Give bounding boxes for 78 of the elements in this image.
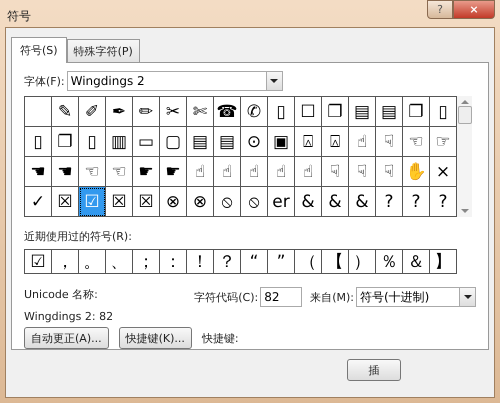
unicode-name-value: Wingdings 2: 82 (24, 310, 114, 323)
recent-symbols-label: 近期使用过的符号(R): (24, 229, 133, 244)
symbol-cell[interactable]: ☝ (214, 157, 241, 187)
dropdown-arrow-icon[interactable] (464, 295, 472, 299)
symbol-cell[interactable]: ☟ (322, 157, 349, 187)
dropdown-arrow-icon[interactable] (270, 79, 278, 83)
symbol-cell[interactable]: ☟ (349, 157, 376, 187)
symbol-cell[interactable]: ☒ (106, 187, 133, 217)
symbol-cell[interactable]: ▥ (106, 127, 133, 157)
symbol-cell[interactable]: ☝ (295, 157, 322, 187)
symbol-cell[interactable]: ✓ (25, 187, 52, 217)
symbol-cell[interactable]: ☝ (241, 157, 268, 187)
symbol-cell[interactable]: ? (403, 187, 430, 217)
symbol-cell[interactable]: ▯ (268, 97, 295, 127)
symbol-cell[interactable]: ▤ (376, 97, 403, 127)
symbol-cell[interactable]: ❐ (322, 97, 349, 127)
symbol-cell[interactable]: ☜ (403, 127, 430, 157)
shortcut-label: 快捷键: (202, 330, 239, 346)
symbol-cell[interactable]: ☟ (376, 127, 403, 157)
symbol-cell[interactable]: ☚ (52, 157, 79, 187)
symbol-cell[interactable]: ☝ (349, 127, 376, 157)
symbol-cell[interactable]: ⊗ (187, 187, 214, 217)
symbol-cell[interactable]: ⊗ (160, 187, 187, 217)
symbol-cell[interactable]: ☝ (268, 157, 295, 187)
window-title: 符号 (6, 8, 31, 25)
symbol-cell[interactable]: ☜ (106, 157, 133, 187)
symbol-cell[interactable]: ⍓ (322, 127, 349, 157)
symbol-cell[interactable]: ❐ (403, 97, 430, 127)
symbol-cell[interactable]: ▤ (349, 97, 376, 127)
symbol-cell[interactable]: ▢ (160, 127, 187, 157)
symbol-cell[interactable]: ✄ (187, 97, 214, 127)
symbol-cell[interactable]: & (295, 187, 322, 217)
action-button[interactable]: 自动更正(A)... (24, 327, 109, 349)
font-label: 字体(F): (24, 74, 65, 88)
scrollbar[interactable] (457, 96, 472, 217)
symbol-cell[interactable]: ▤ (187, 127, 214, 157)
unicode-name-label: Unicode 名称: (24, 287, 99, 302)
symbol-cell[interactable]: ☟ (376, 157, 403, 187)
symbol-cell[interactable]: ▭ (133, 127, 160, 157)
symbol-cell[interactable]: ✒ (106, 97, 133, 127)
scroll-down-arrow-icon[interactable] (460, 209, 468, 213)
scrollbar-thumb[interactable] (458, 106, 472, 124)
empty-symbol-cell[interactable] (25, 97, 52, 127)
symbol-cell[interactable]: ✎ (52, 97, 79, 127)
symbol-cell[interactable]: ❐ (52, 127, 79, 157)
symbol-cell[interactable]: ▤ (214, 127, 241, 157)
from-label: 来自(M): (310, 290, 354, 304)
symbol-cell[interactable]: ☛ (160, 157, 187, 187)
symbol-cell[interactable]: ⦸ (214, 187, 241, 217)
from-dropdown[interactable]: 符号(十进制) (356, 287, 476, 307)
symbol-cell[interactable]: ✏ (133, 97, 160, 127)
symbol-cell[interactable]: ✂ (160, 97, 187, 127)
symbol-cell[interactable]: ▣ (268, 127, 295, 157)
symbol-cell[interactable]: ☎ (214, 97, 241, 127)
symbol-cell[interactable]: ✐ (79, 97, 106, 127)
symbol-cell[interactable]: ☐ (295, 97, 322, 127)
symbol-cell[interactable]: & (349, 187, 376, 217)
symbol-cell[interactable]: ⊙ (241, 127, 268, 157)
symbol-cell[interactable]: ✆ (241, 97, 268, 127)
symbol-cell[interactable]: & (322, 187, 349, 217)
symbol-cell[interactable]: er (268, 187, 295, 217)
symbol-cell[interactable]: ▯ (25, 127, 52, 157)
symbol-cell[interactable]: ▯ (79, 127, 106, 157)
symbol-cell[interactable]: ⦸ (241, 187, 268, 217)
symbol-cell[interactable]: ☚ (25, 157, 52, 187)
help-button[interactable]: ? (427, 0, 453, 19)
symbol-cell[interactable]: ? (376, 187, 403, 217)
action-button[interactable]: 快捷键(K)... (118, 327, 192, 349)
font-dropdown[interactable]: Wingdings 2 (66, 71, 283, 91)
char-code-field[interactable]: 82 (260, 287, 302, 307)
symbol-cell[interactable]: ☛ (133, 157, 160, 187)
char-code-label: 字符代码(C): (194, 290, 258, 304)
symbol-cell[interactable]: ⍓ (295, 127, 322, 157)
symbol-cell[interactable]: ☒ (133, 187, 160, 217)
tab[interactable]: 特殊字符(P) (66, 39, 140, 62)
insert-button[interactable]: 插 (347, 359, 401, 381)
symbol-cell[interactable]: ☝ (187, 157, 214, 187)
tab[interactable]: 符号(S) (11, 37, 67, 63)
